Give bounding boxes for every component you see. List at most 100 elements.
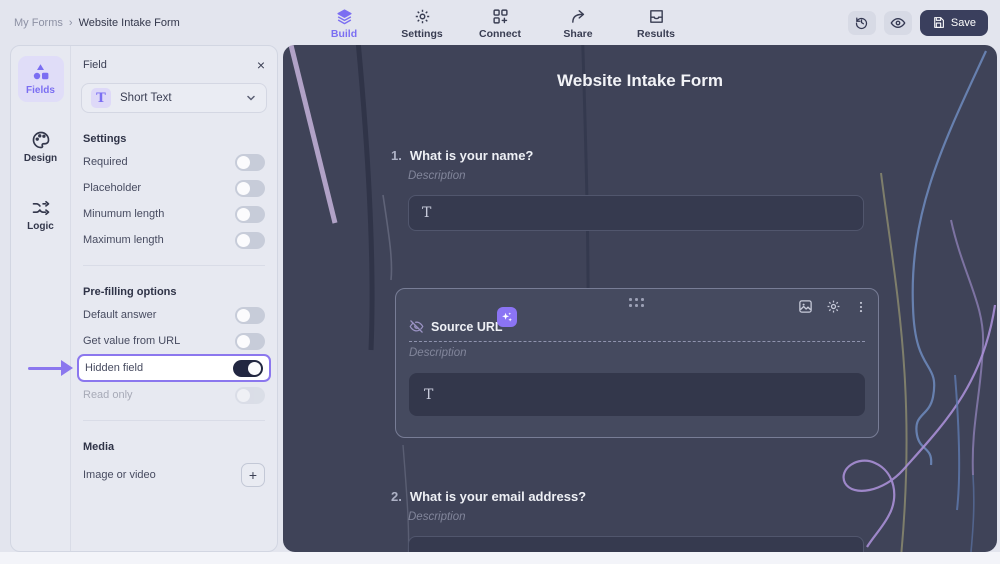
- panel-divider: [83, 420, 265, 421]
- maximum-length-row: Maximum length: [81, 227, 267, 253]
- main-tabs: Build Settings Connect Share Results: [318, 0, 682, 45]
- sparkle-icon: [500, 310, 514, 324]
- get-value-from-url-toggle[interactable]: [235, 333, 265, 350]
- grid-plus-icon: [491, 7, 509, 25]
- sidebar-item-fields[interactable]: Fields: [18, 56, 64, 102]
- text-cursor-glyph: T: [424, 387, 433, 403]
- get-value-from-url-row: Get value from URL: [81, 328, 267, 354]
- maximum-length-label: Maximum length: [83, 234, 164, 246]
- field-type-select[interactable]: T Short Text: [81, 83, 267, 113]
- sidebar-item-design-label: Design: [24, 153, 57, 164]
- field-label-row[interactable]: Source URL: [409, 319, 865, 342]
- palette-icon: [31, 130, 51, 150]
- field-settings-panel: Field × T Short Text Settings Required P…: [71, 46, 277, 551]
- form-title[interactable]: Website Intake Form: [283, 71, 997, 91]
- preview-button[interactable]: [884, 11, 912, 35]
- question-2-description[interactable]: Description: [408, 511, 877, 523]
- sidebar-item-logic[interactable]: Logic: [18, 192, 64, 238]
- hidden-field-toggle[interactable]: [233, 360, 263, 377]
- form-canvas: Website Intake Form 1. What is your name…: [283, 45, 997, 552]
- required-label: Required: [83, 156, 128, 168]
- breadcrumb-separator: ›: [69, 17, 73, 29]
- default-answer-label: Default answer: [83, 309, 156, 321]
- field-type-value: Short Text: [120, 92, 236, 104]
- question-2[interactable]: 2. What is your email address? Descripti…: [391, 489, 877, 552]
- left-panel-card: Fields Design Logic Field × T: [10, 45, 278, 552]
- save-button[interactable]: Save: [920, 10, 988, 36]
- prefill-heading: Pre-filling options: [83, 286, 265, 298]
- tab-share[interactable]: Share: [552, 7, 604, 40]
- required-toggle[interactable]: [235, 154, 265, 171]
- pointer-arrow-shaft: [28, 367, 63, 370]
- close-icon[interactable]: ×: [257, 58, 265, 72]
- shapes-icon: [31, 62, 51, 82]
- image-or-video-row: Image or video +: [81, 463, 267, 487]
- placeholder-toggle[interactable]: [235, 180, 265, 197]
- question-1-number: 1.: [391, 148, 402, 163]
- question-2-number: 2.: [391, 489, 402, 504]
- default-answer-toggle[interactable]: [235, 307, 265, 324]
- kebab-menu-icon[interactable]: [854, 300, 868, 314]
- sidebar-item-logic-label: Logic: [27, 221, 54, 232]
- tab-build-label: Build: [331, 28, 357, 40]
- gear-icon: [413, 7, 431, 25]
- minimum-length-label: Minumum length: [83, 208, 164, 220]
- tab-settings[interactable]: Settings: [396, 7, 448, 40]
- question-1-text[interactable]: What is your name?: [410, 148, 534, 163]
- question-1[interactable]: 1. What is your name? Description T: [391, 148, 877, 231]
- read-only-label: Read only: [83, 389, 133, 401]
- tab-results[interactable]: Results: [630, 7, 682, 40]
- field-answer-input[interactable]: T: [409, 373, 865, 416]
- minimum-length-row: Minumum length: [81, 201, 267, 227]
- required-row: Required: [81, 149, 267, 175]
- chevron-down-icon: [245, 92, 257, 104]
- selected-field-card[interactable]: Source URL Description T: [395, 288, 879, 438]
- eye-off-icon: [409, 319, 424, 334]
- field-label-text[interactable]: Source URL: [431, 320, 503, 334]
- tab-connect-label: Connect: [479, 28, 521, 40]
- drag-handle-icon[interactable]: [629, 298, 645, 308]
- field-card-toolbar: [798, 299, 868, 314]
- layers-icon: [335, 7, 353, 25]
- default-answer-row: Default answer: [81, 302, 267, 328]
- image-icon[interactable]: [798, 299, 813, 314]
- hidden-field-row: Hidden field: [77, 354, 271, 382]
- pointer-arrow: [28, 360, 74, 376]
- pointer-arrow-head: [61, 360, 73, 376]
- gear-icon[interactable]: [826, 299, 841, 314]
- question-2-answer-input[interactable]: [408, 536, 864, 552]
- add-media-button[interactable]: +: [241, 463, 265, 487]
- floppy-disk-icon: [932, 16, 945, 29]
- media-heading: Media: [83, 441, 265, 453]
- text-cursor-glyph: T: [422, 205, 431, 221]
- field-description[interactable]: Description: [409, 347, 467, 359]
- eye-icon: [890, 15, 906, 31]
- question-1-answer-input[interactable]: T: [408, 195, 864, 231]
- main-area: Fields Design Logic Field × T: [0, 45, 1000, 552]
- image-or-video-label: Image or video: [83, 469, 156, 481]
- top-bar: My Forms › Website Intake Form Build Set…: [0, 0, 1000, 45]
- tab-share-label: Share: [563, 28, 592, 40]
- get-value-from-url-label: Get value from URL: [83, 335, 180, 347]
- ai-sparkle-button[interactable]: [497, 307, 517, 327]
- breadcrumb-my-forms[interactable]: My Forms: [14, 17, 63, 29]
- tab-build[interactable]: Build: [318, 7, 370, 40]
- inbox-icon: [647, 7, 665, 25]
- save-button-label: Save: [951, 17, 976, 29]
- maximum-length-toggle[interactable]: [235, 232, 265, 249]
- question-2-text[interactable]: What is your email address?: [410, 489, 586, 504]
- sidebar-item-fields-label: Fields: [26, 85, 55, 96]
- placeholder-label: Placeholder: [83, 182, 141, 194]
- placeholder-row: Placeholder: [81, 175, 267, 201]
- breadcrumb: My Forms › Website Intake Form: [0, 17, 180, 29]
- question-1-description[interactable]: Description: [408, 170, 877, 182]
- breadcrumb-current-form: Website Intake Form: [79, 17, 180, 29]
- share-arrow-icon: [569, 7, 587, 25]
- topbar-actions: Save: [848, 10, 1000, 36]
- tab-connect[interactable]: Connect: [474, 7, 526, 40]
- shuffle-icon: [31, 198, 51, 218]
- sidebar-item-design[interactable]: Design: [18, 124, 64, 170]
- history-restore-button[interactable]: [848, 11, 876, 35]
- read-only-toggle: [235, 387, 265, 404]
- minimum-length-toggle[interactable]: [235, 206, 265, 223]
